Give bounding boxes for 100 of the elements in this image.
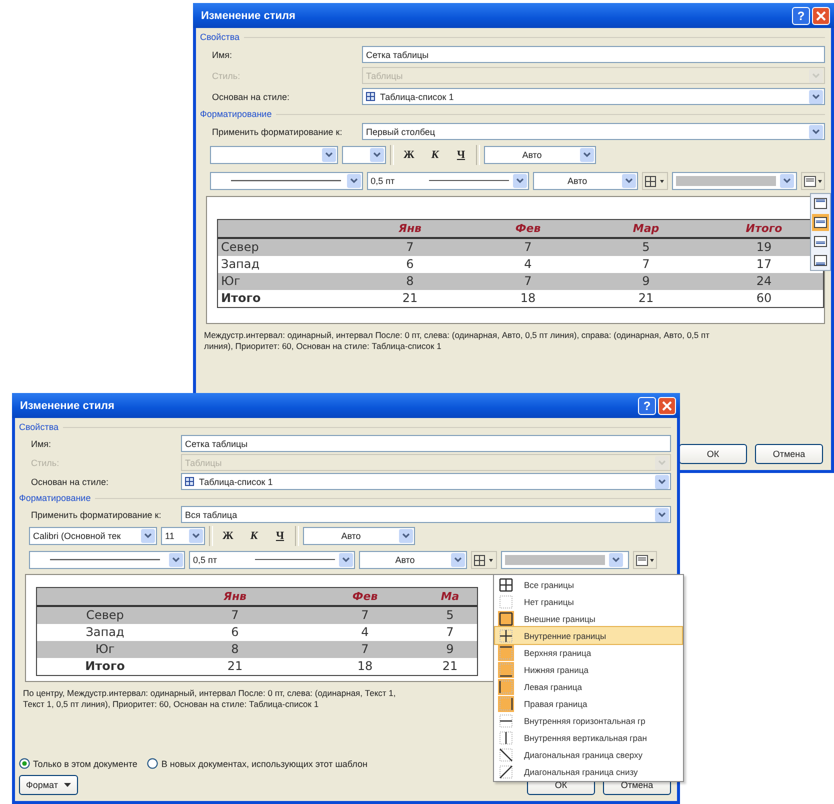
menu-item[interactable]: Внутренние границы — [495, 627, 682, 644]
close-icon — [816, 10, 826, 20]
radio-button[interactable] — [147, 758, 158, 769]
close-button[interactable] — [812, 6, 830, 24]
section-title: Свойства — [19, 422, 59, 432]
menu-item[interactable]: Внутренняя горизонтальная гр — [495, 712, 682, 729]
input-field[interactable]: Сетка таблицы — [181, 435, 671, 452]
combo-box: Таблицы — [362, 67, 825, 84]
table-cell-text: Фев — [514, 222, 542, 234]
borders-button[interactable] — [471, 551, 497, 569]
line-style-combo-box[interactable] — [29, 551, 185, 569]
field-label: Стиль: — [212, 70, 242, 80]
italic-button[interactable]: К — [243, 526, 265, 546]
menu-item[interactable]: Диагональная граница сверху — [495, 746, 682, 763]
underline-button[interactable]: Ч — [269, 526, 291, 546]
menu-item[interactable]: Левая граница — [495, 678, 682, 695]
menu-item[interactable]: Верхняя граница — [495, 644, 682, 661]
chevron-down-icon — [399, 529, 413, 543]
line-style-icon — [255, 558, 335, 562]
field-label: Имя: — [212, 50, 234, 60]
cell-align-icon[interactable] — [812, 195, 829, 212]
border-color-combo-box[interactable]: Авто — [359, 551, 467, 569]
help-button[interactable]: ? — [792, 6, 810, 24]
field-label: Основан на стиле: — [212, 92, 291, 102]
cell-align-icon[interactable] — [812, 252, 829, 269]
table-cell-text: 5 — [445, 608, 455, 622]
line-style-combo-box[interactable] — [210, 172, 363, 190]
border-diag-down-icon — [498, 746, 514, 762]
italic-button[interactable]: К — [424, 145, 446, 165]
table-cell-text: 18 — [519, 291, 537, 305]
underline-button[interactable]: Ч — [450, 145, 472, 165]
combo-box[interactable]: Первый столбец — [362, 123, 825, 140]
table-cell-text: 7 — [641, 257, 651, 271]
style-description: По центру, Междустр.интервал: одинарный, интервал После: 0 пт, слева: (одинарная, Текст 1, — [23, 688, 396, 699]
cell-align-button[interactable] — [801, 172, 826, 190]
combo-box[interactable]: Вся таблица — [181, 506, 671, 523]
window-title: Изменение стиля — [201, 10, 296, 22]
line-style-icon — [50, 558, 160, 562]
chevron-down-icon — [809, 68, 823, 82]
format-button[interactable]: Формат — [19, 775, 78, 795]
chevron-down-icon — [189, 529, 203, 543]
table-cell-text: Мар — [632, 222, 660, 234]
radio-button[interactable] — [19, 758, 30, 769]
combo-box[interactable]: Таблица-список 1 — [181, 473, 671, 490]
table-cell-text: 4 — [360, 625, 370, 639]
menu-item[interactable]: Нет границы — [495, 593, 682, 610]
table-cell-text: 7 — [230, 608, 240, 622]
chevron-down-icon — [622, 174, 636, 188]
table-cell-text: 18 — [356, 659, 374, 673]
radio-label[interactable]: Только в этом документе — [33, 758, 138, 768]
menu-item[interactable]: Все границы — [495, 576, 682, 593]
chevron-down-icon — [512, 174, 527, 188]
line-width-combo-box[interactable]: 0,5 пт — [189, 551, 355, 569]
close-icon — [662, 400, 672, 410]
line-width-combo-box[interactable]: 0,5 пт — [366, 172, 529, 190]
size-combo-box[interactable]: 11 — [161, 527, 205, 545]
menu-item[interactable]: Правая граница — [495, 695, 682, 712]
color-combo-box[interactable]: Авто — [303, 527, 415, 545]
menu-item[interactable]: Нижняя граница — [495, 661, 682, 678]
chevron-down-icon — [609, 553, 623, 567]
cell-align-icon[interactable] — [812, 214, 829, 231]
table-style-icon — [185, 477, 194, 486]
field-label: Применить форматирование к: — [31, 510, 162, 520]
cell-align-button[interactable] — [633, 551, 657, 569]
dialog-button[interactable]: Отмена — [755, 444, 823, 464]
chevron-down-icon — [141, 529, 155, 543]
chevron-down-icon — [322, 148, 336, 162]
radio-label[interactable]: В новых документах, использующих этот шаблон — [161, 758, 368, 768]
table-cell-text: 7 — [523, 274, 533, 288]
table-cell-text: 19 — [755, 240, 773, 254]
field-label: Имя: — [31, 438, 52, 448]
help-button[interactable]: ? — [638, 396, 656, 414]
combo-box[interactable]: Таблица-список 1 — [362, 88, 825, 105]
field-label: Применить форматирование к: — [212, 126, 344, 136]
table-cell-text: Запад — [220, 257, 261, 271]
table-cell-text: Север — [220, 240, 260, 254]
close-button[interactable] — [658, 396, 676, 414]
chevron-down-icon — [809, 90, 823, 104]
border-diag-up-icon — [498, 764, 514, 780]
font-combo-box[interactable] — [210, 146, 338, 164]
borders-button[interactable] — [642, 172, 668, 190]
size-combo-box[interactable] — [342, 146, 386, 164]
input-field[interactable]: Сетка таблицы — [362, 46, 825, 63]
table-cell-text: 21 — [441, 659, 459, 673]
menu-item[interactable]: Внешние границы — [495, 610, 682, 627]
font-combo-box[interactable]: Calibri (Основной тек — [29, 527, 157, 545]
chevron-down-icon — [780, 174, 794, 188]
table-cell-text: Итого — [84, 659, 126, 673]
menu-item[interactable]: Внутренняя вертикальная гран — [495, 729, 682, 746]
table-cell-text: 24 — [755, 274, 773, 288]
table-cell-text: Янв — [397, 222, 423, 234]
bold-button[interactable]: Ж — [217, 526, 239, 546]
table-cell-text: Итого — [220, 291, 262, 305]
table-cell-text: 60 — [755, 291, 773, 305]
border-color-combo-box[interactable]: Авто — [532, 172, 638, 190]
dialog-button[interactable]: ОК — [679, 444, 747, 464]
cell-align-icon[interactable] — [812, 233, 829, 250]
color-combo-box[interactable]: Авто — [484, 146, 596, 164]
line-style-icon — [231, 179, 341, 183]
bold-button[interactable]: Ж — [398, 145, 420, 165]
